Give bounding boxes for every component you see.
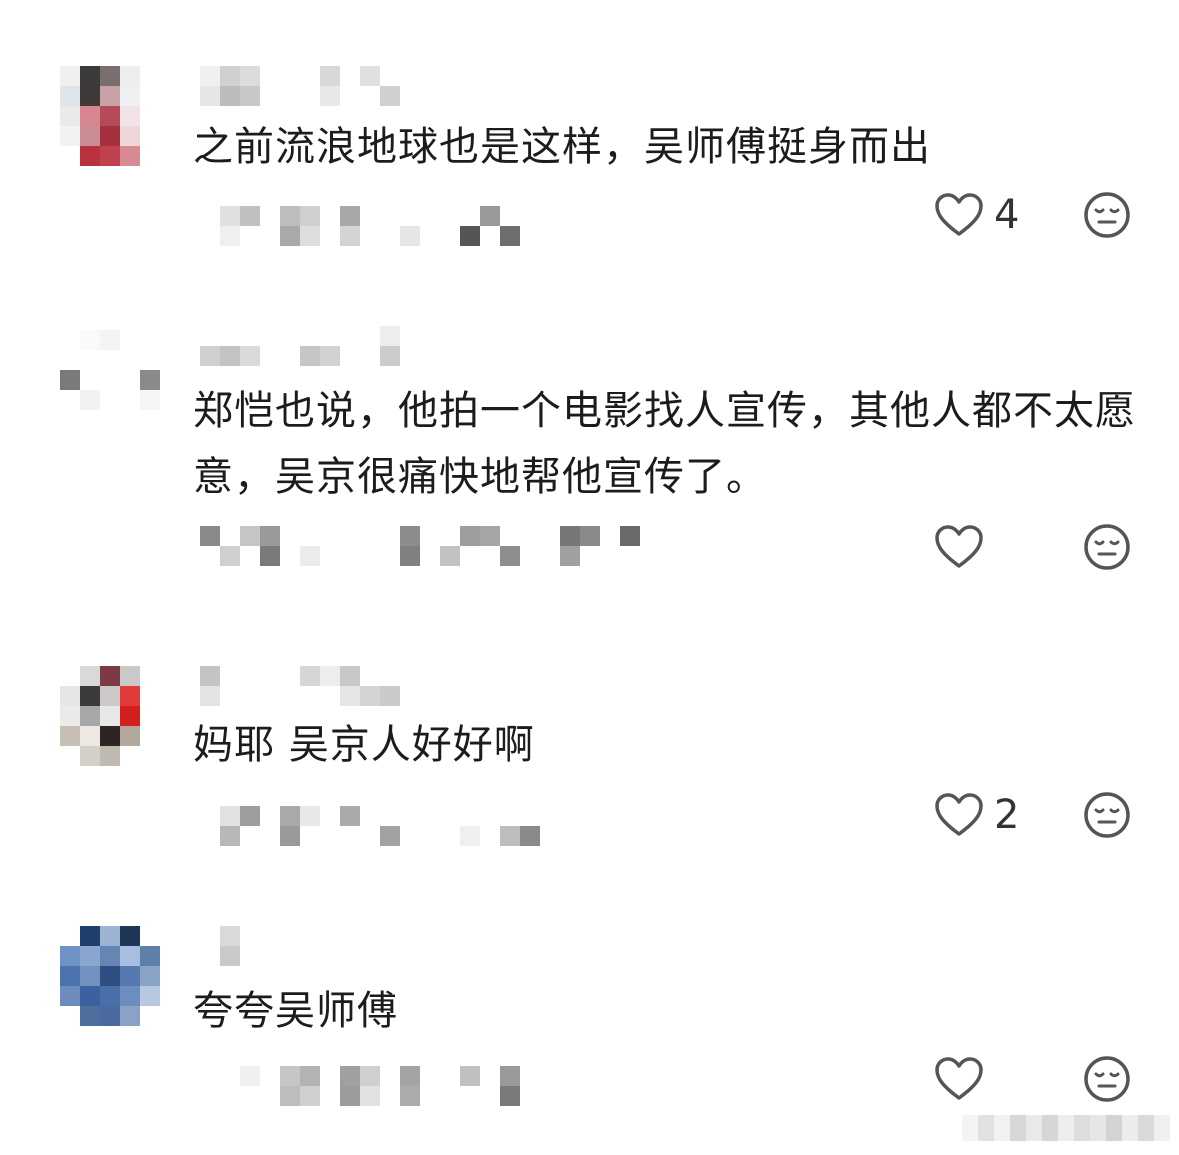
- username-redacted[interactable]: [200, 66, 420, 106]
- comment-text: 夸夸吴师傅: [193, 988, 398, 1034]
- username-redacted[interactable]: [200, 926, 420, 966]
- watermark-redacted: [962, 1115, 1170, 1141]
- heart-outline-icon: [935, 525, 983, 568]
- comment-text: 之前流浪地球也是这样，吴师傅挺身而出: [193, 124, 931, 170]
- heart-outline-icon: [935, 193, 983, 236]
- like-button[interactable]: 2: [934, 790, 1019, 840]
- comment-meta-redacted: [200, 526, 660, 566]
- username-redacted[interactable]: [200, 326, 420, 366]
- username-redacted[interactable]: [200, 666, 420, 706]
- heart-outline-icon: [935, 1057, 983, 1100]
- avatar[interactable]: [60, 66, 160, 166]
- neutral-face-icon[interactable]: [1082, 1054, 1132, 1104]
- comment-meta-redacted: [200, 206, 660, 246]
- neutral-face-icon[interactable]: [1082, 790, 1132, 840]
- comment-meta-redacted: [200, 806, 660, 846]
- comment-text: 妈耶 吴京人好好啊: [193, 722, 535, 768]
- neutral-face-icon[interactable]: [1082, 522, 1132, 572]
- neutral-face-icon[interactable]: [1082, 190, 1132, 240]
- like-button[interactable]: [934, 522, 994, 572]
- like-count: 4: [994, 192, 1020, 238]
- comment-text: 郑恺也说，他拍一个电影找人宣传，其他人都不太愿意，吴京很痛快地帮他宣传了。: [193, 388, 1136, 500]
- like-count: 2: [994, 792, 1020, 838]
- comment-meta-redacted: [200, 1066, 660, 1106]
- avatar[interactable]: [60, 926, 160, 1026]
- avatar[interactable]: [60, 666, 160, 766]
- like-button[interactable]: [934, 1054, 994, 1104]
- like-button[interactable]: 4: [934, 190, 1019, 240]
- heart-outline-icon: [935, 793, 983, 836]
- avatar[interactable]: [60, 330, 160, 430]
